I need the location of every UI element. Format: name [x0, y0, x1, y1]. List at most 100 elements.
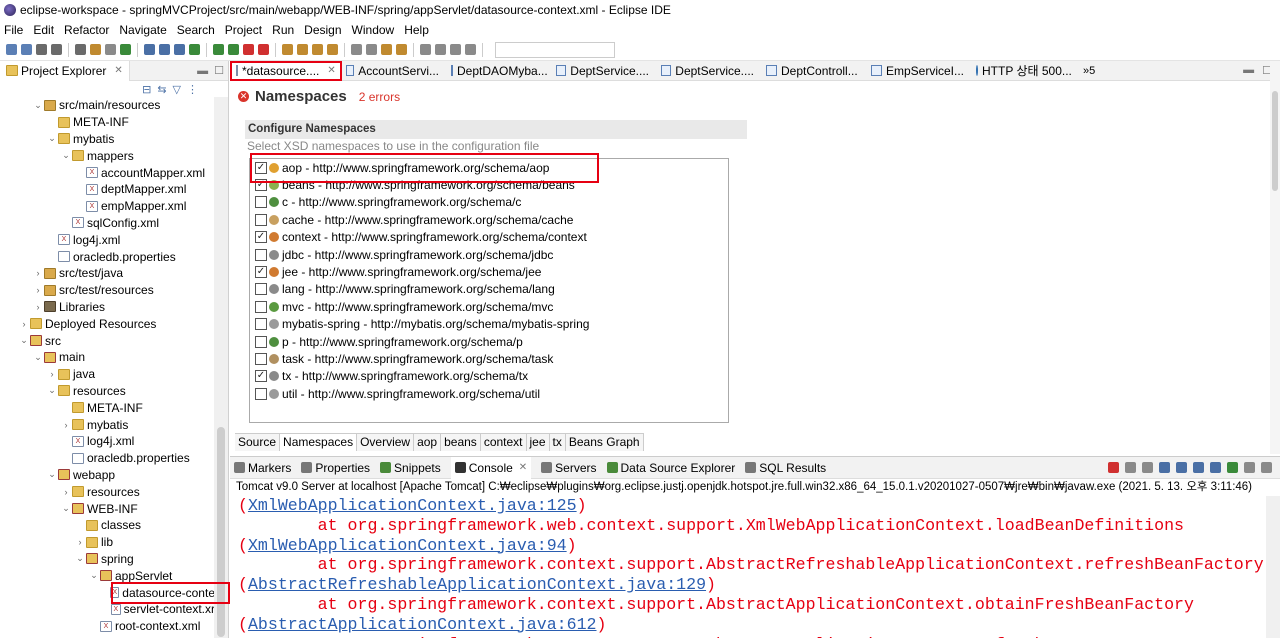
namespace-checkbox[interactable]: ✓	[255, 370, 267, 383]
console-toolbar-icon[interactable]	[1142, 462, 1153, 473]
expanded-arrow-icon[interactable]: ⌄	[46, 469, 58, 480]
editor-page-tab-beans[interactable]: beans	[441, 434, 481, 451]
toolbar-button-icon[interactable]	[75, 44, 86, 55]
collapsed-arrow-icon[interactable]: ›	[46, 369, 58, 379]
tree-item[interactable]: META-INF	[0, 399, 215, 416]
stacktrace-link[interactable]: AbstractApplicationContext.java:612	[248, 615, 597, 634]
namespace-checkbox[interactable]	[255, 283, 267, 296]
tree-item[interactable]: classes	[0, 517, 215, 534]
toolbar-button-icon[interactable]	[90, 44, 101, 55]
toolbar-button-icon[interactable]	[465, 44, 476, 55]
toolbar-button-icon[interactable]	[105, 44, 116, 55]
tree-item[interactable]: ⌄ src/main/resources	[0, 97, 215, 114]
namespace-item[interactable]: ✓ context - http://www.springframework.or…	[250, 229, 728, 246]
console-toolbar-icon[interactable]	[1193, 462, 1204, 473]
tab-project-explorer[interactable]: Project Explorer ✕	[0, 60, 130, 81]
tree-item[interactable]: Xlog4j.xml	[0, 433, 215, 450]
toolbar-button-icon[interactable]	[21, 44, 32, 55]
section-title[interactable]: Configure Namespaces	[245, 120, 747, 139]
maximize-icon[interactable]: ☐	[214, 64, 224, 77]
tree-item[interactable]: ⌄ main	[0, 349, 215, 366]
tree-item[interactable]: › Libraries	[0, 299, 215, 316]
view-menu-icon[interactable]: ⋮	[187, 83, 198, 96]
tree-item[interactable]: XempMapper.xml	[0, 198, 215, 215]
collapsed-arrow-icon[interactable]: ›	[60, 420, 72, 430]
tree-item[interactable]: › lib	[0, 534, 215, 551]
menu-project[interactable]: Project	[225, 23, 262, 37]
editor-page-tab-aop[interactable]: aop	[414, 434, 442, 451]
namespace-item[interactable]: cache - http://www.springframework.org/s…	[250, 211, 728, 228]
tree-item[interactable]: ⌄ WEB-INF	[0, 500, 215, 517]
tree-item[interactable]: ⌄ webapp	[0, 467, 215, 484]
menu-design[interactable]: Design	[304, 23, 341, 37]
close-icon[interactable]: ✕	[114, 65, 122, 76]
toolbar-button-icon[interactable]	[174, 44, 185, 55]
collapsed-arrow-icon[interactable]: ›	[18, 319, 30, 329]
namespace-checkbox[interactable]	[255, 213, 267, 226]
tree-item[interactable]: XdeptMapper.xml	[0, 181, 215, 198]
namespace-item[interactable]: ✓ jee - http://www.springframework.org/sc…	[250, 263, 728, 280]
tree-item[interactable]: ⌄ spring	[0, 551, 215, 568]
toolbar-button-icon[interactable]	[120, 44, 131, 55]
editor-page-tab-overview[interactable]: Overview	[357, 434, 415, 451]
console-toolbar-icon[interactable]	[1244, 462, 1255, 473]
menu-refactor[interactable]: Refactor	[64, 23, 109, 37]
console-tab-servers[interactable]: Servers	[541, 461, 597, 475]
expanded-arrow-icon[interactable]: ⌄	[88, 570, 100, 581]
minimize-icon[interactable]: ▬	[1243, 64, 1254, 77]
collapsed-arrow-icon[interactable]: ›	[32, 268, 44, 278]
collapsed-arrow-icon[interactable]: ›	[74, 537, 86, 547]
toolbar-button-icon[interactable]	[450, 44, 461, 55]
toolbar-button-icon[interactable]	[51, 44, 62, 55]
console-toolbar-icon[interactable]	[1176, 462, 1187, 473]
console-tab-console[interactable]: Console ✕	[450, 456, 532, 479]
tree-item[interactable]: › resources	[0, 483, 215, 500]
namespace-checkbox[interactable]	[255, 318, 267, 331]
namespace-checkbox[interactable]: ✓	[255, 231, 267, 244]
collapsed-arrow-icon[interactable]: ›	[60, 487, 72, 497]
tree-item[interactable]: ⌄ resources	[0, 383, 215, 400]
console-toolbar-icon[interactable]	[1210, 462, 1221, 473]
toolbar-button-icon[interactable]	[228, 44, 239, 55]
expanded-arrow-icon[interactable]: ⌄	[32, 100, 44, 111]
tree-item[interactable]: oracledb.properties	[0, 248, 215, 265]
namespace-checkbox[interactable]	[255, 300, 267, 313]
tree-item[interactable]: › src/test/resources	[0, 282, 215, 299]
expanded-arrow-icon[interactable]: ⌄	[32, 352, 44, 363]
collapse-all-icon[interactable]: ⊟	[142, 83, 151, 96]
namespace-item[interactable]: p - http://www.springframework.org/schem…	[250, 333, 728, 350]
toolbar-button-icon[interactable]	[243, 44, 254, 55]
namespace-item[interactable]: mvc - http://www.springframework.org/sch…	[250, 298, 728, 315]
console-tab-properties[interactable]: Properties	[301, 461, 370, 475]
menu-window[interactable]: Window	[352, 23, 395, 37]
toolbar-button-icon[interactable]	[36, 44, 47, 55]
editor-tab[interactable]: AccountServi...	[342, 61, 447, 81]
toolbar-button-icon[interactable]	[396, 44, 407, 55]
editor-tab[interactable]: DeptControll...	[762, 61, 867, 81]
tree-item[interactable]: Xroot-context.xml	[0, 618, 215, 635]
editor-tab[interactable]: EmpServiceI...	[867, 61, 972, 81]
toolbar-button-icon[interactable]	[189, 44, 200, 55]
menu-run[interactable]: Run	[272, 23, 294, 37]
menu-file[interactable]: File	[4, 23, 23, 37]
namespace-item[interactable]: task - http://www.springframework.org/sc…	[250, 350, 728, 367]
expanded-arrow-icon[interactable]: ⌄	[74, 553, 86, 564]
namespace-checkbox[interactable]	[255, 387, 267, 400]
tree-item[interactable]: META-INF	[0, 114, 215, 131]
toolbar-button-icon[interactable]	[312, 44, 323, 55]
toolbar-button-icon[interactable]	[282, 44, 293, 55]
scrollbar-thumb[interactable]	[1272, 91, 1278, 191]
namespace-checkbox[interactable]	[255, 352, 267, 365]
console-toolbar-icon[interactable]	[1159, 462, 1170, 473]
editor-tab[interactable]: DeptService....	[657, 61, 762, 81]
toolbar-button-icon[interactable]	[144, 44, 155, 55]
tree-item[interactable]: › Deployed Resources	[0, 315, 215, 332]
tree-item[interactable]: XaccountMapper.xml	[0, 164, 215, 181]
tab-overflow-button[interactable]: »5	[1083, 65, 1095, 77]
close-icon[interactable]: ✕	[519, 462, 527, 473]
expanded-arrow-icon[interactable]: ⌄	[60, 150, 72, 161]
editor-page-tab-beans-graph[interactable]: Beans Graph	[565, 434, 644, 451]
tree-item[interactable]: ⌄ mappers	[0, 147, 215, 164]
minimize-icon[interactable]: ▬	[197, 65, 208, 77]
tree-item[interactable]: ⌄ mybatis	[0, 131, 215, 148]
